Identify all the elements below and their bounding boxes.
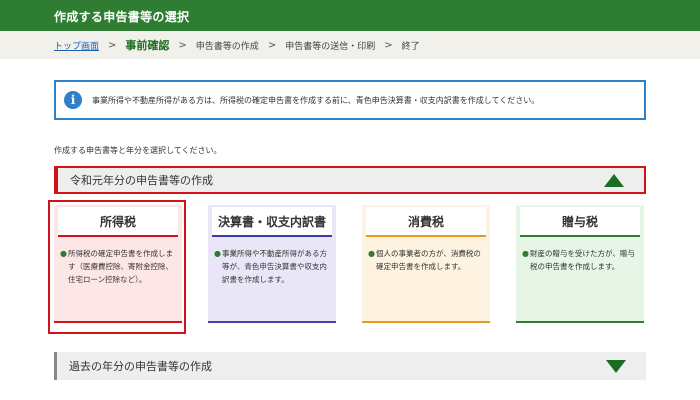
card-income-tax-description-text: 所得税の確定申告書を作成します（医療費控除、寄附金控除、住宅ローン控除など）。 <box>68 249 173 284</box>
past-years-accordion-title: 過去の年分の申告書等の作成 <box>69 360 212 373</box>
breadcrumb-separator: > <box>267 39 277 51</box>
card-consumption-tax-bottom-bar <box>362 321 490 323</box>
card-financial-statement-description-text: 事業所得や不動産所得がある方等が、青色申告決算書や収支内訳書を作成します。 <box>222 249 327 284</box>
dot-icon: ● <box>368 249 375 258</box>
breadcrumb-separator: > <box>108 39 117 51</box>
card-consumption-tax-description-text: 個人の事業者の方が、消費税の確定申告書を作成します。 <box>376 249 481 271</box>
card-income-tax-title: 所得税 <box>58 207 178 237</box>
card-gift-tax-title: 贈与税 <box>520 207 640 237</box>
dot-icon: ● <box>60 249 67 258</box>
info-notice-text: 事業所得や不動産所得がある方は、所得税の確定申告書を作成する前に、青色申告決算書… <box>92 95 540 105</box>
triangle-down-icon <box>606 359 626 373</box>
current-year-accordion[interactable]: 令和元年分の申告書等の作成 <box>54 166 646 194</box>
page-header: 作成する申告書等の選択 <box>0 0 700 31</box>
breadcrumb-step-create: 申告書等の作成 <box>195 41 259 52</box>
current-year-accordion-title: 令和元年分の申告書等の作成 <box>70 174 213 187</box>
triangle-up-icon <box>604 173 624 187</box>
card-consumption-tax-description: ● 個人の事業者の方が、消費税の確定申告書を作成します。 <box>368 247 486 273</box>
dot-icon: ● <box>522 249 529 258</box>
card-financial-statement-description: ● 事業所得や不動産所得がある方等が、青色申告決算書や収支内訳書を作成します。 <box>214 247 332 286</box>
card-income-tax-bottom-bar <box>54 321 182 323</box>
card-gift-tax-bottom-bar <box>516 321 644 323</box>
page-title: 作成する申告書等の選択 <box>54 10 190 24</box>
breadcrumb-step-finish: 終了 <box>401 41 420 52</box>
card-consumption-tax[interactable]: 消費税 ● 個人の事業者の方が、消費税の確定申告書を作成します。 <box>362 205 490 323</box>
breadcrumb: トップ画面 > 事前確認 > 申告書等の作成 > 申告書等の送信・印刷 > 終了 <box>0 31 700 59</box>
card-gift-tax-description-text: 財産の贈与を受けた方が、贈与税の申告書を作成します。 <box>530 249 635 271</box>
breadcrumb-step-send-print: 申告書等の送信・印刷 <box>285 41 376 52</box>
card-consumption-tax-title: 消費税 <box>366 207 486 237</box>
past-years-accordion[interactable]: 過去の年分の申告書等の作成 <box>54 352 646 380</box>
card-financial-statement[interactable]: 決算書・収支内訳書 ● 事業所得や不動産所得がある方等が、青色申告決算書や収支内… <box>208 205 336 323</box>
breadcrumb-separator: > <box>178 39 187 51</box>
info-notice: i 事業所得や不動産所得がある方は、所得税の確定申告書を作成する前に、青色申告決… <box>54 80 646 120</box>
card-financial-statement-bottom-bar <box>208 321 336 323</box>
card-financial-statement-title: 決算書・収支内訳書 <box>212 207 332 237</box>
instruction-text: 作成する申告書等と年分を選択してください。 <box>54 146 222 155</box>
dot-icon: ● <box>214 249 221 258</box>
card-income-tax[interactable]: 所得税 ● 所得税の確定申告書を作成します（医療費控除、寄附金控除、住宅ローン控… <box>54 205 182 323</box>
info-circle-icon: i <box>64 91 82 109</box>
card-income-tax-description: ● 所得税の確定申告書を作成します（医療費控除、寄附金控除、住宅ローン控除など）… <box>60 247 178 286</box>
breadcrumb-separator: > <box>384 39 393 51</box>
card-gift-tax-description: ● 財産の贈与を受けた方が、贈与税の申告書を作成します。 <box>522 247 640 273</box>
breadcrumb-current-step: 事前確認 <box>125 39 170 52</box>
card-gift-tax[interactable]: 贈与税 ● 財産の贈与を受けた方が、贈与税の申告書を作成します。 <box>516 205 644 323</box>
breadcrumb-top-link[interactable]: トップ画面 <box>54 39 99 52</box>
